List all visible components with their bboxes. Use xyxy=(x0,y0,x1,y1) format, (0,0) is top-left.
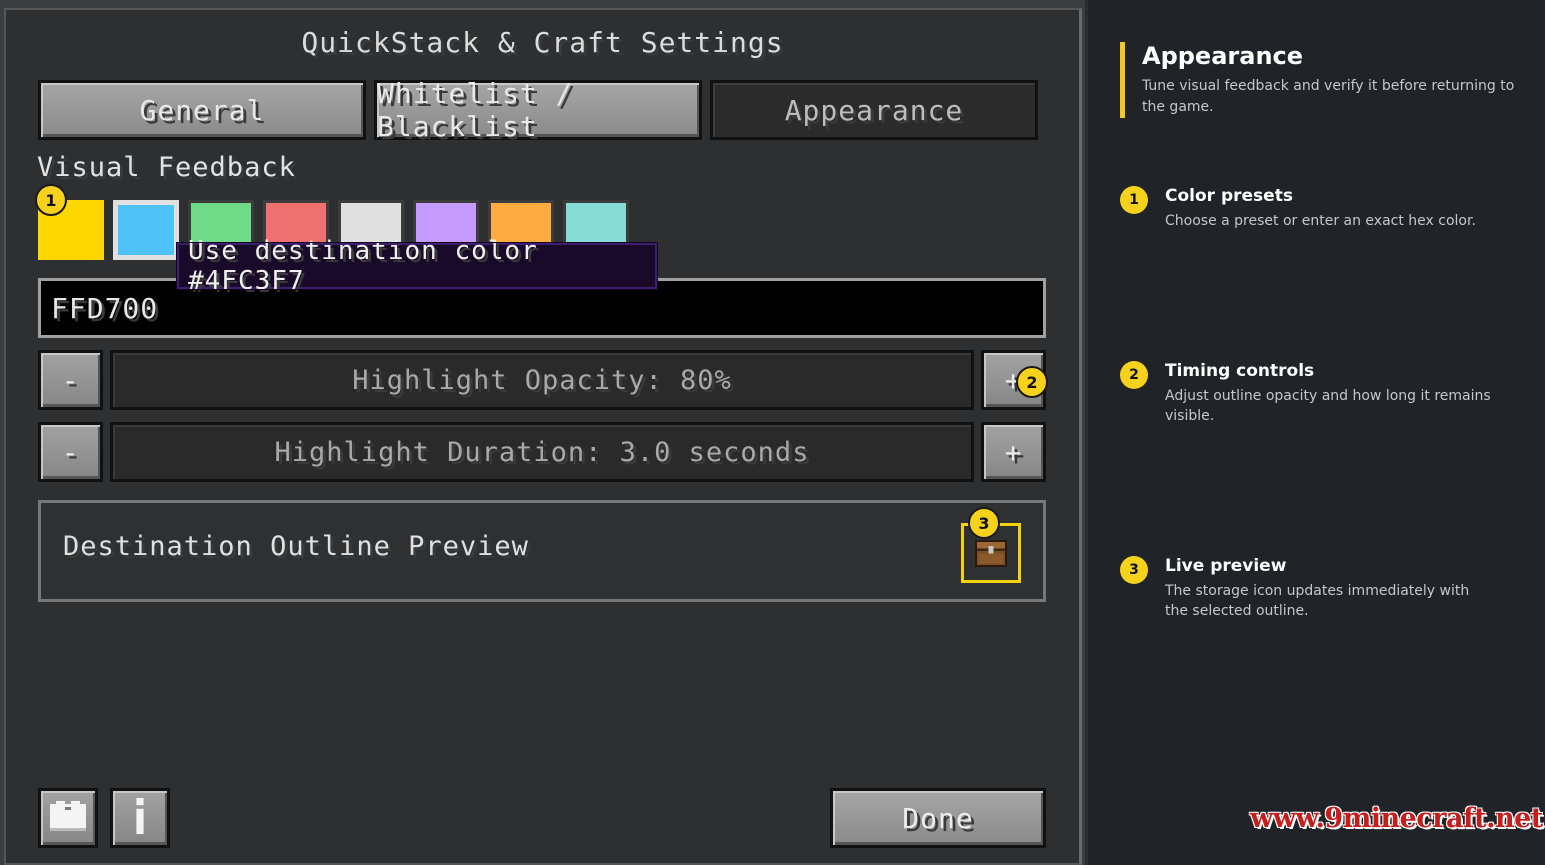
annotation-subtitle: Tune visual feedback and verify it befor… xyxy=(1142,78,1515,115)
done-button[interactable]: Done xyxy=(830,788,1046,848)
marker-1: 1 xyxy=(35,184,67,216)
duration-increase-button[interactable]: + xyxy=(981,422,1046,482)
annotation-title: Appearance xyxy=(1142,42,1304,70)
step-description: The storage icon updates immediately wit… xyxy=(1165,583,1470,619)
duration-slider[interactable]: Highlight Duration: 3.0 seconds xyxy=(110,422,974,482)
duration-decrease-button[interactable]: - xyxy=(38,422,103,482)
info-icon xyxy=(132,798,148,838)
annotation-header: Appearance Tune visual feedback and veri… xyxy=(1120,42,1515,118)
swatch-tooltip: Use destination color #4FC3F7 xyxy=(176,236,658,296)
step-title: Timing controls xyxy=(1165,361,1315,381)
book-icon xyxy=(50,801,86,835)
step-description: Adjust outline opacity and how long it r… xyxy=(1165,388,1491,424)
screen-title: QuickStack & Craft Settings xyxy=(301,26,784,59)
step-title: Color presets xyxy=(1165,186,1293,206)
tab-appearance[interactable]: Appearance xyxy=(710,80,1038,140)
visual-feedback-label: Visual Feedback xyxy=(37,152,296,183)
book-button[interactable] xyxy=(38,788,98,848)
color-swatch[interactable] xyxy=(113,200,179,260)
step-description: Choose a preset or enter an exact hex co… xyxy=(1165,213,1476,229)
watermark: www.9minecraft.net xyxy=(1250,803,1543,834)
outline-preview-box: Destination Outline Preview xyxy=(38,500,1046,602)
preview-label: Destination Outline Preview xyxy=(63,531,529,562)
step-number: 3 xyxy=(1120,556,1148,584)
step-title: Live preview xyxy=(1165,556,1287,576)
info-button[interactable] xyxy=(110,788,170,848)
opacity-slider[interactable]: Highlight Opacity: 80% xyxy=(110,350,974,410)
marker-3: 3 xyxy=(968,507,1000,539)
step-number: 2 xyxy=(1120,361,1148,389)
opacity-decrease-button[interactable]: - xyxy=(38,350,103,410)
annotation-panel: Appearance Tune visual feedback and veri… xyxy=(1088,0,1545,865)
step-number: 1 xyxy=(1120,186,1148,214)
tab-general[interactable]: General xyxy=(38,80,366,140)
marker-2: 2 xyxy=(1016,366,1048,398)
tab-whitelist-blacklist[interactable]: Whitelist / Blacklist xyxy=(374,77,702,143)
